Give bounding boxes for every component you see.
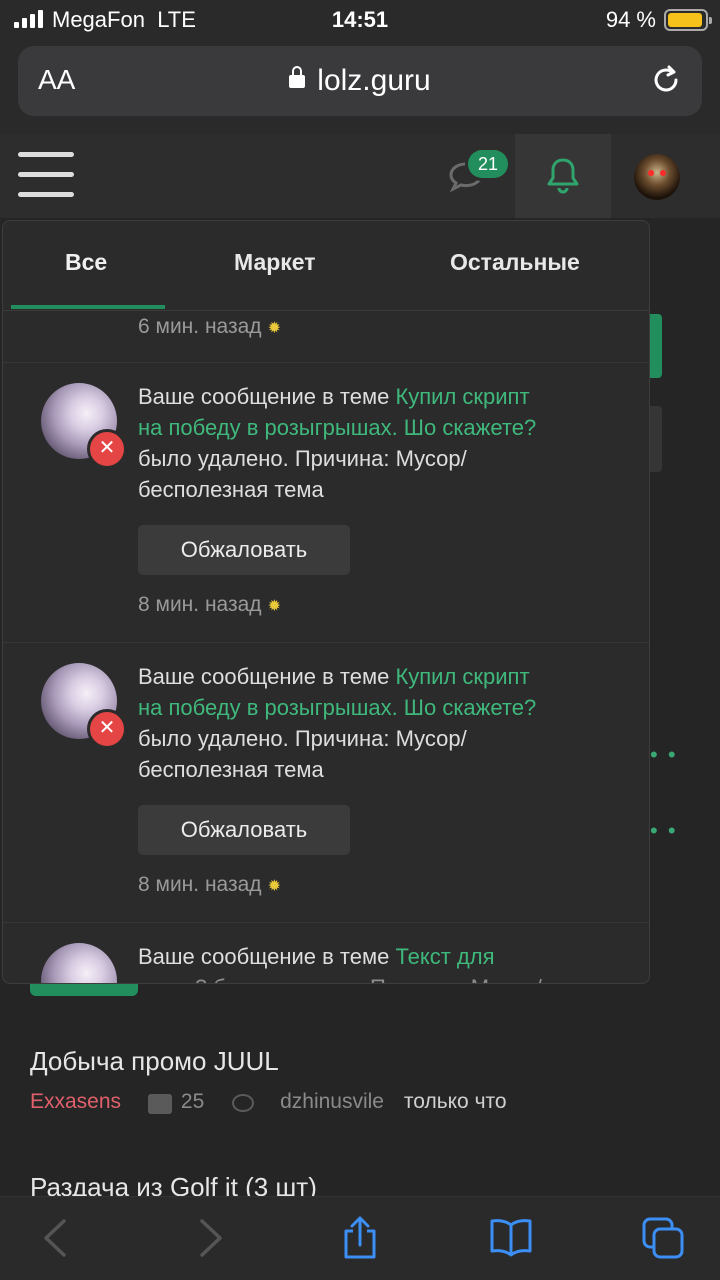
notification-item[interactable]: Ваше сообщение в теме Текст для чиста? б… <box>3 923 649 983</box>
back-icon[interactable] <box>34 1215 80 1261</box>
share-icon[interactable] <box>337 1215 383 1261</box>
thread-meta: Exxasens 25 dzhinusvile только что <box>30 1090 507 1114</box>
battery-icon <box>664 9 712 31</box>
messages-count-badge: 21 <box>468 150 508 178</box>
tab-all[interactable]: Все <box>65 249 107 276</box>
tab-other[interactable]: Остальные <box>450 249 580 276</box>
notification-item[interactable]: ✕ Ваше сообщение в теме Купил скрипт на … <box>3 643 649 923</box>
notification-reason: бесполезная тема <box>138 757 324 782</box>
address-bar[interactable]: AA lolz.guru <box>18 46 702 116</box>
reply-count: 25 <box>180 1090 205 1113</box>
sparkle-icon: ✹ <box>267 598 281 615</box>
status-bar: MegaFon LTE 14:51 94 % <box>0 0 720 40</box>
appeal-button[interactable]: Обжаловать <box>138 525 350 575</box>
notifications-dropdown: Все Маркет Остальные 6 мин. назад ✹ ✕ Ваш… <box>2 220 650 984</box>
forward-icon[interactable] <box>186 1215 232 1261</box>
notification-time: 6 мин. назад <box>138 315 262 338</box>
sparkle-icon: ✹ <box>267 320 281 337</box>
notification-avatar[interactable] <box>41 943 117 983</box>
url-text: lolz.guru <box>317 64 431 97</box>
tab-market[interactable]: Маркет <box>234 249 316 276</box>
background-ellipsis: • • <box>650 742 678 767</box>
notification-prefix: Ваше сообщение в теме <box>138 664 396 689</box>
battery-percent: 94 % <box>605 7 656 32</box>
thread-link[interactable]: Купил скрипт <box>395 384 529 409</box>
notification-time: 8 мин. назад <box>138 593 262 616</box>
notification-reason: было удалено. Причина: Мусор/ <box>138 446 467 471</box>
thread-title[interactable]: Добыча промо JUUL <box>30 1046 279 1077</box>
bookmarks-icon[interactable] <box>488 1215 534 1261</box>
notification-reason: было удалено. Причина: Мусор/ <box>138 726 467 751</box>
browser-toolbar <box>0 1196 720 1280</box>
alerts-button[interactable] <box>515 134 611 218</box>
thread-author[interactable]: Exxasens <box>30 1090 121 1113</box>
notification-item[interactable]: 6 мин. назад ✹ <box>3 311 649 363</box>
last-post-icon <box>232 1094 254 1112</box>
notification-text: Ваше сообщение в теме Текст для чиста? б… <box>138 941 628 983</box>
notification-tabs: Все Маркет Остальные <box>3 221 649 311</box>
bell-icon <box>547 158 579 194</box>
url-display[interactable]: lolz.guru <box>18 64 702 98</box>
notification-prefix: Ваше сообщение в теме <box>138 944 396 969</box>
notification-prefix: Ваше сообщение в теме <box>138 384 396 409</box>
last-poster[interactable]: dzhinusvile <box>280 1090 384 1113</box>
thread-link[interactable]: на победу в розыгрышах. Шо скажете? <box>138 415 536 440</box>
comments-icon <box>148 1094 172 1114</box>
notification-text: Ваше сообщение в теме Купил скрипт на по… <box>138 661 628 785</box>
appeal-button[interactable]: Обжаловать <box>138 805 350 855</box>
menu-icon[interactable] <box>18 152 74 200</box>
thread-link[interactable]: Купил скрипт <box>395 664 529 689</box>
site-header: 21 <box>0 134 720 218</box>
last-post-time: только что <box>403 1090 507 1113</box>
notification-item[interactable]: ✕ Ваше сообщение в теме Купил скрипт на … <box>3 363 649 643</box>
browser-address-area: AA lolz.guru <box>0 40 720 134</box>
background-ellipsis: • • <box>650 818 678 843</box>
tabs-icon[interactable] <box>640 1215 686 1261</box>
reload-icon[interactable] <box>650 64 682 96</box>
notification-reason: бесполезная тема <box>138 477 324 502</box>
notification-time: 8 мин. назад <box>138 873 262 896</box>
notification-text: Ваше сообщение в теме Купил скрипт на по… <box>138 381 628 505</box>
active-tab-indicator <box>11 305 165 309</box>
notification-reason: чиста? было удалено. Причина: Мусор/ <box>138 975 542 983</box>
thread-link[interactable]: Текст для <box>395 944 494 969</box>
lock-icon <box>289 66 306 88</box>
user-avatar[interactable] <box>634 154 680 200</box>
sparkle-icon: ✹ <box>267 878 281 895</box>
deleted-x-icon: ✕ <box>87 429 127 469</box>
thread-link[interactable]: на победу в розыгрышах. Шо скажете? <box>138 695 536 720</box>
deleted-x-icon: ✕ <box>87 709 127 749</box>
